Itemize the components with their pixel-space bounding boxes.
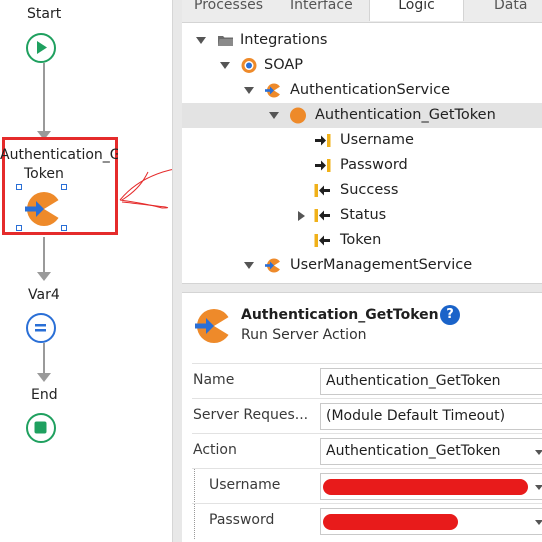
action-select-value: Authentication_GetToken — [326, 443, 501, 459]
tree-item-authentication-gettoken[interactable]: Authentication_GetToken — [182, 103, 542, 128]
start-label: Start — [27, 6, 62, 22]
property-row-username: Username — [192, 468, 542, 504]
resize-handle[interactable] — [16, 225, 22, 231]
tab-interface[interactable]: Interface — [290, 0, 353, 21]
connector-line — [43, 237, 45, 275]
server-action-icon — [290, 107, 306, 124]
connector-arrow — [37, 272, 51, 281]
resize-handle[interactable] — [16, 184, 22, 190]
tab-bar: Processes Interface Logic Data — [182, 0, 542, 23]
tree-item-success[interactable]: Success — [182, 178, 542, 203]
logic-tree: Integrations SOAP AuthenticationService — [182, 28, 542, 283]
connector-arrow — [37, 373, 51, 382]
end-label: End — [31, 387, 58, 403]
horizontal-splitter[interactable] — [182, 283, 542, 293]
assign-node[interactable] — [26, 313, 56, 343]
tab-processes[interactable]: Processes — [194, 0, 263, 21]
tree-item-token[interactable]: Token — [182, 228, 542, 253]
server-action-icon — [195, 309, 232, 343]
connector-line — [43, 63, 45, 133]
var-label: Var4 — [28, 287, 60, 303]
flow-canvas[interactable]: Start Authentication_Get Token Var4 End — [0, 0, 172, 542]
redaction-scribble — [323, 479, 528, 495]
tree-indent-line — [194, 469, 196, 504]
tree-item-user-management-service[interactable]: UserManagementService — [182, 253, 542, 278]
property-label: Password — [209, 512, 275, 528]
tree-item-authentication-service[interactable]: AuthenticationService — [182, 78, 542, 103]
properties-panel: Authentication_GetToken ? Run Server Act… — [182, 293, 542, 542]
run-server-action-node[interactable] — [22, 190, 62, 228]
timeout-field[interactable]: (Module Default Timeout) — [320, 403, 542, 430]
tree-item-integrations[interactable]: Integrations — [182, 28, 542, 53]
chevron-down-icon[interactable] — [196, 37, 206, 44]
tab-data[interactable]: Data — [494, 0, 527, 21]
action-node-label-line2: Token — [24, 166, 64, 182]
chevron-down-icon[interactable] — [269, 112, 279, 119]
chevron-down-icon[interactable] — [220, 62, 230, 69]
chevron-down-icon[interactable] — [535, 485, 542, 490]
name-field[interactable]: Authentication_GetToken — [320, 368, 542, 395]
help-icon[interactable]: ? — [440, 305, 460, 325]
tree-item-soap[interactable]: SOAP — [182, 53, 542, 78]
tree-item-password[interactable]: Password — [182, 153, 542, 178]
tree-indent-line — [194, 504, 196, 539]
properties-subtitle: Run Server Action — [241, 327, 367, 343]
end-node[interactable] — [26, 413, 56, 443]
start-node[interactable] — [26, 33, 56, 63]
chevron-down-icon[interactable] — [244, 87, 254, 94]
property-row-server-request-timeout: Server Reques... (Module Default Timeout… — [192, 398, 542, 433]
property-row-password: Password — [192, 503, 542, 539]
property-label: Action — [193, 442, 237, 458]
server-action-icon — [25, 192, 62, 226]
connector-line — [43, 343, 45, 375]
property-row-action: Action Authentication_GetToken — [192, 433, 542, 468]
username-field[interactable] — [320, 473, 542, 500]
chevron-down-icon[interactable] — [535, 450, 542, 455]
properties-title: Authentication_GetToken — [241, 307, 439, 323]
equals-icon — [35, 324, 46, 332]
output-parameter-icon — [314, 234, 330, 247]
action-select[interactable]: Authentication_GetToken — [320, 438, 542, 465]
right-panel: Processes Interface Logic Data Integrati… — [182, 0, 542, 542]
property-row-name: Name Authentication_GetToken — [192, 363, 542, 398]
redaction-scribble — [323, 514, 458, 530]
password-field[interactable] — [320, 508, 542, 535]
chevron-down-icon[interactable] — [535, 520, 542, 525]
tree-item-username[interactable]: Username — [182, 128, 542, 153]
folder-icon — [218, 36, 233, 46]
chevron-down-icon[interactable] — [244, 262, 254, 269]
property-label: Server Reques... — [193, 407, 309, 423]
service-icon — [265, 258, 281, 273]
tree-item-status[interactable]: Status — [182, 203, 542, 228]
property-label: Name — [193, 372, 235, 388]
service-icon — [265, 83, 281, 98]
input-parameter-icon — [315, 134, 331, 147]
resize-handle[interactable] — [61, 225, 67, 231]
chevron-right-icon[interactable] — [298, 211, 305, 221]
soap-icon — [241, 58, 257, 73]
action-node-label-line1: Authentication_Get — [0, 147, 118, 163]
output-parameter-icon — [314, 209, 330, 222]
input-parameter-icon — [315, 159, 331, 172]
resize-handle[interactable] — [61, 184, 67, 190]
stop-icon — [34, 421, 47, 434]
play-icon — [37, 41, 47, 54]
output-parameter-icon — [314, 184, 330, 197]
property-label: Username — [209, 477, 281, 493]
tab-logic[interactable]: Logic — [369, 0, 464, 21]
